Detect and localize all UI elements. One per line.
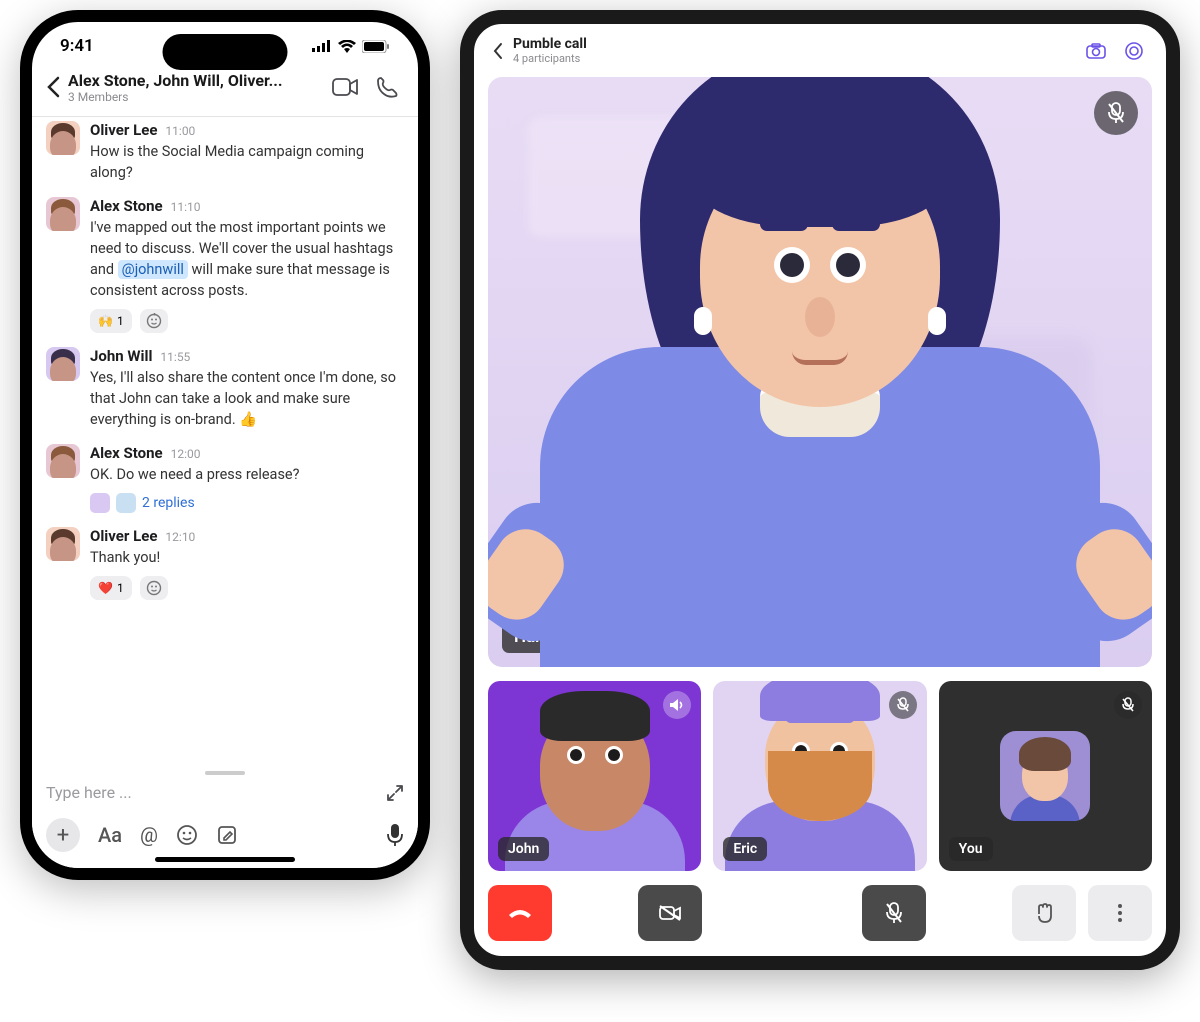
add-reaction-button[interactable] — [140, 309, 168, 333]
emoji-button[interactable] — [176, 824, 198, 846]
message-time: 12:10 — [165, 530, 195, 544]
attach-button[interactable]: + — [46, 818, 80, 852]
reaction-chip[interactable]: 🙌1 — [90, 309, 132, 333]
camera-icon[interactable] — [1082, 37, 1110, 65]
mention-button[interactable]: @ — [140, 823, 158, 847]
back-button[interactable] — [492, 42, 503, 60]
avatar — [46, 527, 80, 561]
participant-tile-eric[interactable]: Eric — [713, 681, 926, 871]
chat-title: Alex Stone, John Will, Oliver... — [68, 71, 320, 90]
avatar — [46, 444, 80, 478]
home-indicator — [155, 857, 295, 862]
wifi-icon — [338, 40, 356, 53]
mention[interactable]: @johnwill — [118, 260, 188, 279]
expand-button[interactable] — [386, 784, 404, 802]
message: John Will 11:55 Yes, I'll also share the … — [46, 347, 404, 430]
format-button[interactable]: Aa — [98, 823, 122, 847]
back-button[interactable] — [46, 76, 60, 98]
end-call-button[interactable] — [488, 885, 552, 941]
avatar — [46, 347, 80, 381]
status-time: 9:41 — [60, 36, 94, 56]
message-time: 12:00 — [171, 447, 201, 461]
participant-name: John — [498, 837, 549, 861]
message: Alex Stone 12:00 OK. Do we need a press r… — [46, 444, 404, 513]
camera-toggle-button[interactable] — [638, 885, 702, 941]
signal-icon — [312, 40, 332, 52]
participant-tile-john[interactable]: John — [488, 681, 701, 871]
battery-icon — [362, 40, 390, 53]
replies-link[interactable]: 2 replies — [142, 495, 195, 511]
phone-mockup: 9:41 Alex Stone, John Will, Oliver... 3 … — [20, 10, 430, 880]
video-call-button[interactable] — [328, 70, 362, 104]
mic-muted-icon — [889, 691, 917, 719]
add-reaction-button[interactable] — [140, 576, 168, 600]
call-controls — [488, 885, 1152, 951]
message-author: Alex Stone — [90, 444, 163, 462]
tablet-mockup: Pumble call 4 participants — [460, 10, 1180, 970]
message-author: John Will — [90, 347, 152, 365]
avatar — [46, 197, 80, 231]
audio-call-button[interactable] — [370, 70, 404, 104]
composer: Type here ... + Aa @ — [32, 765, 418, 868]
phone-notch — [163, 34, 288, 70]
composer-handle[interactable] — [205, 771, 245, 775]
mic-muted-icon — [1094, 91, 1138, 135]
raise-hand-button[interactable] — [1012, 885, 1076, 941]
message-list[interactable]: Oliver Lee 11:00 How is the Social Media … — [32, 117, 418, 727]
message-text: Thank you! — [90, 547, 404, 568]
message-time: 11:00 — [165, 124, 195, 138]
message: Oliver Lee 12:10 Thank you! ❤️1 — [46, 527, 404, 600]
reply-avatar — [90, 493, 110, 513]
call-title: Pumble call — [513, 36, 1072, 52]
speaker-icon — [663, 691, 691, 719]
screenshare-icon[interactable] — [1120, 37, 1148, 65]
reaction-chip[interactable]: ❤️1 — [90, 576, 132, 600]
reply-avatar — [116, 493, 136, 513]
message-text: OK. Do we need a press release? — [90, 464, 404, 485]
message-author: Oliver Lee — [90, 121, 157, 139]
participant-name: Eric — [723, 837, 767, 861]
chat-subtitle: 3 Members — [68, 90, 320, 104]
call-header: Pumble call 4 participants — [474, 24, 1166, 77]
message: Oliver Lee 11:00 How is the Social Media … — [46, 121, 404, 183]
participant-tile-you[interactable]: You — [939, 681, 1152, 871]
thread-replies[interactable]: 2 replies — [90, 493, 404, 513]
mic-muted-icon — [1114, 691, 1142, 719]
message-time: 11:10 — [171, 200, 201, 214]
message-text: I've mapped out the most important point… — [90, 217, 404, 301]
main-video[interactable]: Hannah Nelson — [488, 77, 1152, 667]
mic-toggle-button[interactable] — [862, 885, 926, 941]
avatar — [46, 121, 80, 155]
message-author: Oliver Lee — [90, 527, 157, 545]
more-button[interactable] — [1088, 885, 1152, 941]
participant-row: John Eric You — [488, 681, 1152, 871]
message: Alex Stone 11:10 I've mapped out the most… — [46, 197, 404, 333]
call-subtitle: 4 participants — [513, 52, 1072, 65]
message-input[interactable]: Type here ... — [46, 783, 386, 802]
edit-button[interactable] — [216, 824, 238, 846]
message-text: How is the Social Media campaign coming … — [90, 141, 404, 183]
voice-button[interactable] — [386, 823, 404, 847]
message-time: 11:55 — [160, 350, 190, 364]
message-author: Alex Stone — [90, 197, 163, 215]
message-text: Yes, I'll also share the content once I'… — [90, 367, 404, 430]
participant-name: You — [949, 837, 993, 861]
